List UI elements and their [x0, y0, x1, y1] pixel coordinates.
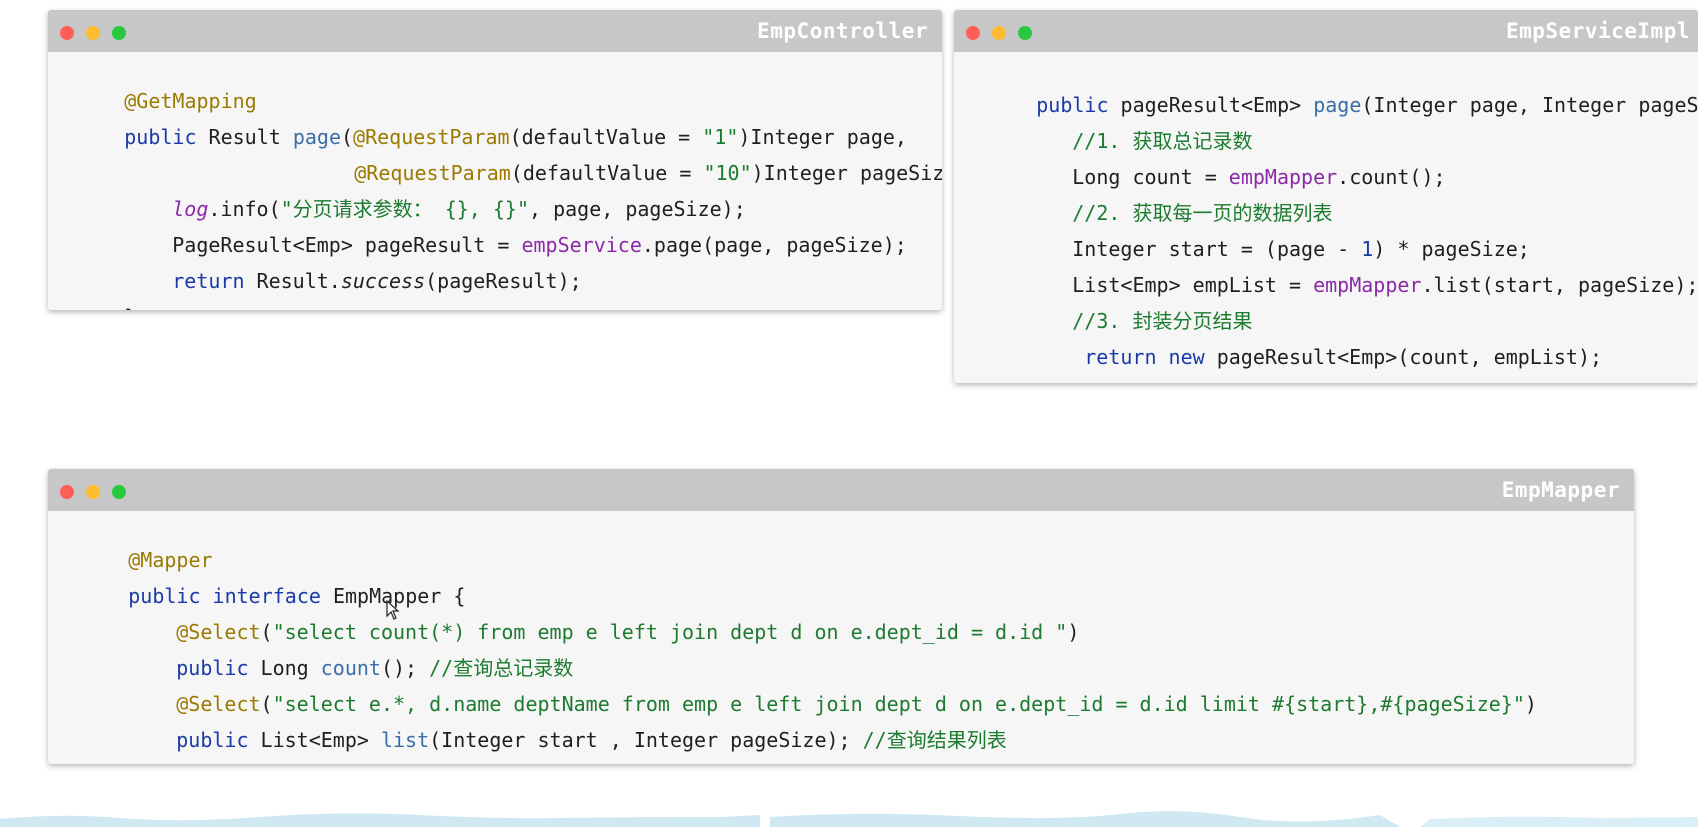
code-text: } — [124, 305, 136, 310]
close-icon[interactable] — [60, 26, 74, 40]
maximize-icon[interactable] — [1018, 26, 1032, 40]
maximize-icon[interactable] — [112, 485, 126, 499]
minimize-icon[interactable] — [86, 485, 100, 499]
window-titlebar: EmpMapper — [48, 469, 1634, 511]
minimize-icon[interactable] — [86, 26, 100, 40]
code-text: Result. — [244, 269, 341, 293]
code-keyword: public — [176, 728, 249, 752]
emp-mapper-window: EmpMapper @Mapper public interface EmpMa… — [48, 469, 1634, 764]
code-keyword: return — [1084, 345, 1157, 369]
code-line: public List<Emp> list(Integer start , In… — [104, 701, 1007, 764]
code-line: return new pageResult<Emp>(count, empLis… — [1012, 318, 1602, 383]
code-line: return Result.success(pageResult); — [100, 242, 582, 310]
emp-service-impl-window: EmpServiceImpl public pageResult<Emp> pa… — [954, 10, 1698, 383]
code-text: .page(page, pageSize); — [641, 233, 907, 257]
mouse-pointer-icon — [386, 600, 400, 620]
window-titlebar: EmpServiceImpl — [954, 10, 1698, 52]
code-field: empMapper — [1313, 273, 1422, 297]
window-title: EmpServiceImpl — [1505, 19, 1690, 43]
window-titlebar: EmpController — [48, 10, 942, 52]
minimize-icon[interactable] — [992, 26, 1006, 40]
code-method: page — [1313, 93, 1362, 117]
window-title: EmpMapper — [1501, 478, 1620, 502]
code-text: Result — [196, 125, 293, 149]
code-comment: //查询结果列表 — [862, 728, 1007, 752]
code-text: (Integer page, Integer pageSize) { — [1361, 93, 1698, 117]
code-text: pageResult<Emp>(count, empList); — [1204, 345, 1603, 369]
code-text: (Integer start , Integer pageSize); — [429, 728, 863, 752]
maximize-icon[interactable] — [112, 26, 126, 40]
code-method: success — [340, 269, 426, 293]
code-line: } — [52, 278, 136, 310]
close-icon[interactable] — [966, 26, 980, 40]
code-keyword: new — [1168, 345, 1205, 369]
close-icon[interactable] — [60, 485, 74, 499]
code-text: .count(); — [1337, 165, 1446, 189]
code-keyword: public — [124, 125, 197, 149]
decorative-wave — [0, 811, 1698, 827]
code-text: ) — [1524, 692, 1537, 716]
window-title: EmpController — [757, 19, 928, 43]
code-line: } — [56, 747, 140, 764]
code-text: } — [1036, 381, 1048, 383]
code-text: (pageResult); — [425, 269, 582, 293]
emp-controller-window: EmpController @GetMapping public Result … — [48, 10, 942, 310]
code-text: )Integer pageSize) { — [751, 161, 942, 185]
code-text: .list(start, pageSize); — [1421, 273, 1698, 297]
code-method: list — [380, 728, 430, 752]
code-keyword: return — [172, 269, 245, 293]
code-text: List<Emp> — [248, 728, 381, 752]
code-text: ) — [1067, 620, 1080, 644]
code-line: } — [964, 354, 1048, 383]
